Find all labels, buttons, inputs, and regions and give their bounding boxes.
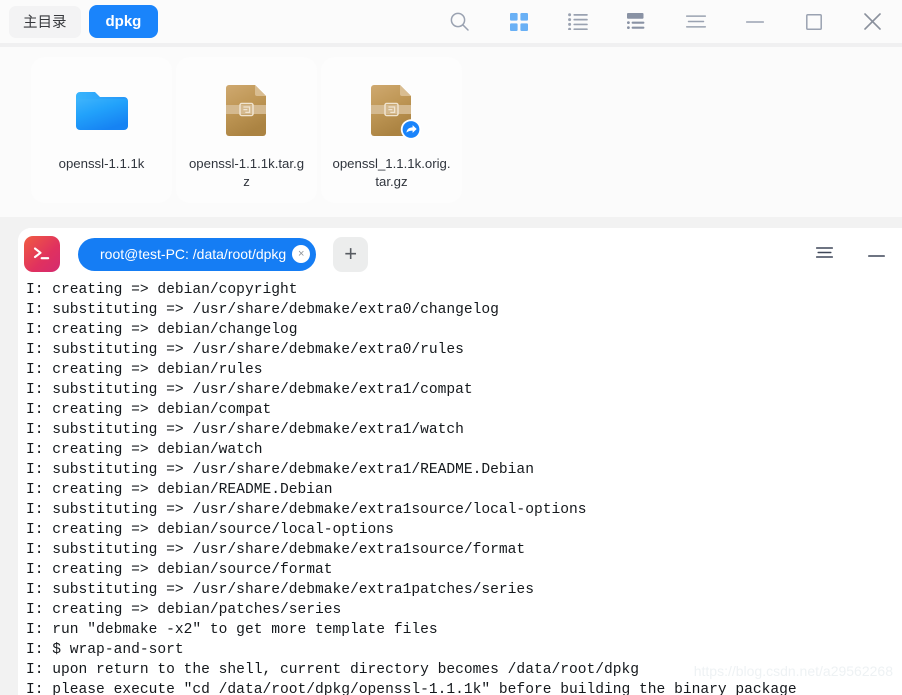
symlink-badge-icon [400,119,421,140]
terminal-menu-icon [815,245,833,263]
file-item[interactable]: openssl-1.1.1k [31,57,172,203]
breadcrumb: 主目录 dpkg [0,5,159,38]
file-name: openssl-1.1.1k.tar.gz [188,156,305,189]
terminal-line: I: substituting => /usr/share/debmake/ex… [26,462,534,478]
grid-view-button[interactable] [489,0,548,43]
terminal-line: I: creating => debian/watch [26,442,263,458]
breadcrumb-item-home[interactable]: 主目录 [9,5,81,38]
terminal-line: I: creating => debian/compat [26,402,272,418]
menu-button[interactable] [666,0,725,43]
close-button[interactable] [843,0,902,43]
terminal-line: I: run "debmake -x2" to get more templat… [26,622,438,638]
archive-icon [216,79,278,141]
terminal-line: I: $ wrap-and-sort [26,642,184,658]
file-grid: openssl-1.1.1k openssl-1.1.1k.tar.gz ope… [0,47,902,203]
maximize-icon [805,13,822,30]
terminal-tab-title: root@test-PC: /data/root/dpkg [100,246,287,262]
top-toolbar: 主目录 dpkg [0,0,902,43]
file-item[interactable]: openssl-1.1.1k.tar.gz [176,57,317,203]
detail-view-icon [626,13,647,30]
terminal-line: I: substituting => /usr/share/debmake/ex… [26,582,534,598]
menu-icon [685,15,706,28]
terminal-line: I: creating => debian/rules [26,362,263,378]
terminal-pane: root@test-PC: /data/root/dpkg × + I: cre… [18,228,902,695]
terminal-line: I: creating => debian/changelog [26,322,298,338]
grid-view-icon [509,12,528,31]
minimize-icon [745,16,764,28]
list-view-icon [567,13,588,30]
terminal-line: I: substituting => /usr/share/debmake/ex… [26,382,473,398]
terminal-line: I: upon return to the shell, current dir… [26,662,640,678]
terminal-line: I: creating => debian/source/local-optio… [26,522,394,538]
terminal-line: I: substituting => /usr/share/debmake/ex… [26,502,587,518]
terminal-output[interactable]: I: creating => debian/copyright I: subst… [18,280,902,695]
list-view-button[interactable] [548,0,607,43]
terminal-header: root@test-PC: /data/root/dpkg × + [18,228,902,280]
terminal-line: I: substituting => /usr/share/debmake/ex… [26,302,499,318]
maximize-button[interactable] [784,0,843,43]
terminal-tab-close-icon[interactable]: × [292,245,311,263]
terminal-line: I: substituting => /usr/share/debmake/ex… [26,342,464,358]
terminal-minimize-icon [867,245,885,263]
minimize-button[interactable] [725,0,784,43]
toolbar-actions [430,0,902,43]
terminal-line: I: substituting => /usr/share/debmake/ex… [26,422,464,438]
detail-view-button[interactable] [607,0,666,43]
file-item[interactable]: openssl_1.1.1k.orig.tar.gz [321,57,462,203]
search-icon [449,11,470,32]
terminal-icon [24,236,60,272]
archive-icon [361,79,423,141]
close-icon [864,13,881,30]
terminal-line: I: creating => debian/copyright [26,282,298,298]
terminal-minimize-button[interactable] [850,228,902,280]
terminal-tab[interactable]: root@test-PC: /data/root/dpkg × [78,237,317,271]
folder-icon [71,79,133,141]
terminal-menu-button[interactable] [798,228,850,280]
new-terminal-tab-button[interactable]: + [333,236,369,272]
terminal-line: I: creating => debian/README.Debian [26,482,333,498]
breadcrumb-item-dpkg[interactable]: dpkg [88,5,159,38]
file-name: openssl_1.1.1k.orig.tar.gz [332,156,451,189]
file-name: openssl-1.1.1k [58,156,145,171]
terminal-line: I: please execute "cd /data/root/dpkg/op… [26,682,797,695]
search-button[interactable] [430,0,489,43]
file-list-pane: openssl-1.1.1k openssl-1.1.1k.tar.gz ope… [0,47,902,217]
file-manager-window: 主目录 dpkg openssl-1.1.1k openssl-1.1.1k.t… [0,0,902,695]
terminal-line: I: substituting => /usr/share/debmake/ex… [26,542,526,558]
terminal-line: I: creating => debian/patches/series [26,602,342,618]
terminal-line: I: creating => debian/source/format [26,562,333,578]
